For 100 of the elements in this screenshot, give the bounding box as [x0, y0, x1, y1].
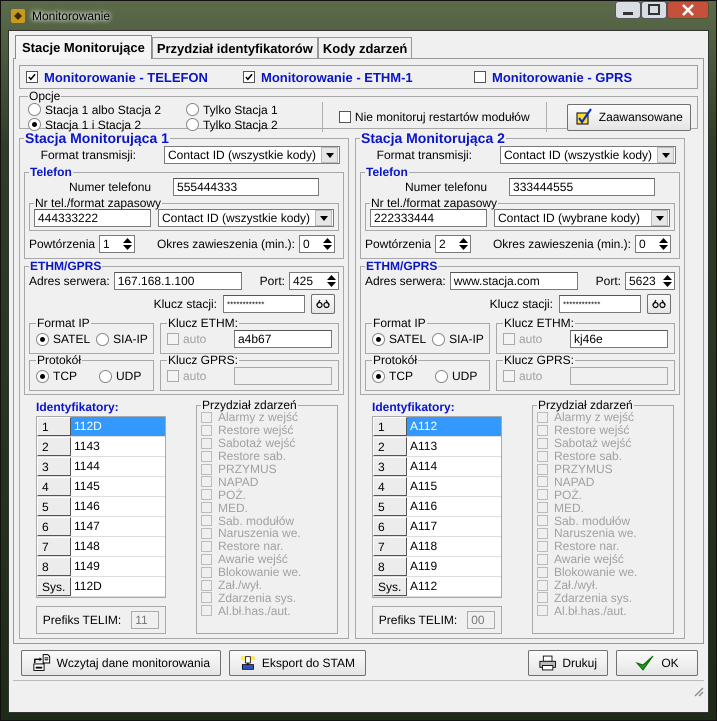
key-field[interactable] — [570, 367, 668, 385]
identifier-cell[interactable]: 1149 — [71, 557, 165, 576]
identifier-cell[interactable]: A118 — [407, 537, 501, 556]
row-header-button[interactable]: 7 — [37, 537, 71, 556]
port-spinner[interactable]: 425 — [289, 272, 339, 290]
spin-arrows-icon — [123, 237, 132, 251]
phone-field[interactable]: 333444555 — [509, 178, 656, 196]
checkbox-label: POŻ. — [554, 488, 582, 502]
radio-button[interactable] — [36, 332, 49, 346]
key-field[interactable]: a4b67 — [234, 330, 332, 348]
checkbox[interactable] — [503, 370, 515, 382]
row-header-button[interactable]: Sys. — [373, 577, 407, 596]
checkbox[interactable] — [26, 71, 38, 83]
row-header-button[interactable]: 3 — [373, 457, 407, 476]
identifier-cell[interactable]: A115 — [407, 477, 501, 496]
identifier-cell[interactable]: 1144 — [71, 457, 165, 476]
checkbox[interactable] — [338, 111, 351, 123]
close-icon[interactable] — [667, 1, 709, 19]
phone-field[interactable]: 555444333 — [173, 178, 320, 196]
identifier-cell[interactable]: 1146 — [71, 497, 165, 516]
advanced-button[interactable]: Zaawansowane — [566, 104, 691, 130]
row-header-button[interactable]: 1 — [37, 417, 71, 436]
suspend-spinner[interactable]: 0 — [299, 235, 335, 253]
radio-button[interactable] — [99, 370, 112, 382]
minimize-icon[interactable] — [615, 1, 641, 19]
format-dropdown[interactable]: Contact ID (wybrane kody) — [494, 209, 670, 227]
checkbox-label: Monitorowanie - GPRS — [492, 70, 632, 84]
phone-field[interactable]: 444333222 — [34, 209, 151, 227]
key-field[interactable]: kj46e — [570, 330, 668, 348]
server-field[interactable]: 167.168.1.100 — [114, 272, 242, 290]
radio-button[interactable] — [432, 332, 446, 346]
checkbox[interactable] — [167, 333, 179, 345]
row-header-button[interactable]: 5 — [373, 497, 407, 516]
identifier-cell[interactable]: A114 — [407, 457, 501, 476]
radio-label: TCP — [53, 369, 77, 383]
checkbox[interactable] — [503, 333, 515, 345]
server-field[interactable]: www.stacja.com — [450, 272, 578, 290]
tab[interactable]: Stacje Monitorujące — [15, 35, 152, 59]
show-password-button[interactable] — [647, 294, 671, 314]
identifier-cell[interactable]: A117 — [407, 517, 501, 536]
footer-button[interactable]: Eksport do STAM — [229, 650, 366, 676]
radio-button[interactable] — [28, 118, 41, 131]
radio-button[interactable] — [372, 370, 385, 382]
row-header-button[interactable]: 6 — [37, 517, 71, 536]
row-header-button[interactable]: 8 — [373, 557, 407, 576]
identifier-cell[interactable]: 1143 — [71, 437, 165, 456]
footer-button[interactable]: Drukuj — [528, 650, 608, 676]
checkbox[interactable] — [474, 71, 486, 83]
radio-button[interactable] — [28, 103, 41, 116]
identifier-cell[interactable]: A113 — [407, 437, 501, 456]
row-header-button[interactable]: 5 — [37, 497, 71, 516]
radio-button[interactable] — [96, 332, 110, 346]
row-header-button[interactable]: 6 — [373, 517, 407, 536]
identifier-cell[interactable]: 1148 — [71, 537, 165, 556]
tab[interactable]: Kody zdarzeń — [318, 37, 412, 58]
suspend-spinner[interactable]: 0 — [635, 235, 671, 253]
port-spinner[interactable]: 5623 — [625, 272, 675, 290]
field-label: Port: — [260, 274, 285, 288]
row-header-button[interactable]: 4 — [37, 477, 71, 496]
row-header-button[interactable]: 4 — [373, 477, 407, 496]
format-dropdown[interactable]: Contact ID (wszystkie kody) — [164, 146, 340, 164]
footer-button[interactable]: Wczytaj dane monitorowania — [21, 650, 221, 676]
radio-button[interactable] — [435, 370, 448, 382]
checkbox-label: Blokowanie we. — [218, 565, 302, 580]
checkbox[interactable] — [243, 71, 255, 83]
identifier-cell[interactable]: 1147 — [71, 517, 165, 536]
key-field[interactable] — [234, 367, 332, 385]
footer-button[interactable]: OK — [616, 650, 698, 676]
identifier-cell[interactable]: A112 — [407, 577, 501, 596]
radio-button[interactable] — [372, 332, 385, 346]
prefix-field[interactable]: 00 — [467, 611, 496, 629]
password-field[interactable]: ************ — [223, 295, 305, 313]
show-password-button[interactable] — [311, 294, 335, 314]
field-label: Powtórzenia — [29, 237, 96, 251]
row-header-button[interactable]: 1 — [373, 417, 407, 436]
format-dropdown[interactable]: Contact ID (wszystkie kody) — [500, 146, 676, 164]
repeats-spinner[interactable]: 1 — [99, 235, 136, 253]
tab[interactable]: Przydział identyfikatorów — [152, 37, 318, 58]
identifier-cell[interactable]: A119 — [407, 557, 501, 576]
identifier-cell[interactable]: A116 — [407, 497, 501, 516]
row-header-button[interactable]: 2 — [37, 437, 71, 456]
row-header-button[interactable]: 2 — [373, 437, 407, 456]
radio-label: SATEL — [389, 332, 426, 346]
password-field[interactable]: ************ — [559, 295, 641, 313]
row-header-button[interactable]: 8 — [37, 557, 71, 576]
radio-button[interactable] — [36, 370, 49, 382]
radio-button[interactable] — [186, 118, 199, 131]
row-header-button[interactable]: 3 — [37, 457, 71, 476]
format-dropdown[interactable]: Contact ID (wszystkie kody) — [158, 209, 334, 227]
group-title: Stacja Monitorująca 1 — [24, 131, 170, 145]
identifier-cell[interactable]: 1145 — [71, 477, 165, 496]
prefix-field[interactable]: 11 — [131, 611, 160, 629]
radio-button[interactable] — [186, 103, 199, 116]
repeats-spinner[interactable]: 2 — [435, 235, 472, 253]
phone-field[interactable]: 222333444 — [370, 209, 487, 227]
identifier-cell[interactable]: 112D — [71, 577, 165, 596]
checkbox[interactable] — [167, 370, 179, 382]
row-header-button[interactable]: 7 — [373, 537, 407, 556]
maximize-icon[interactable] — [641, 1, 667, 19]
row-header-button[interactable]: Sys. — [37, 577, 71, 596]
